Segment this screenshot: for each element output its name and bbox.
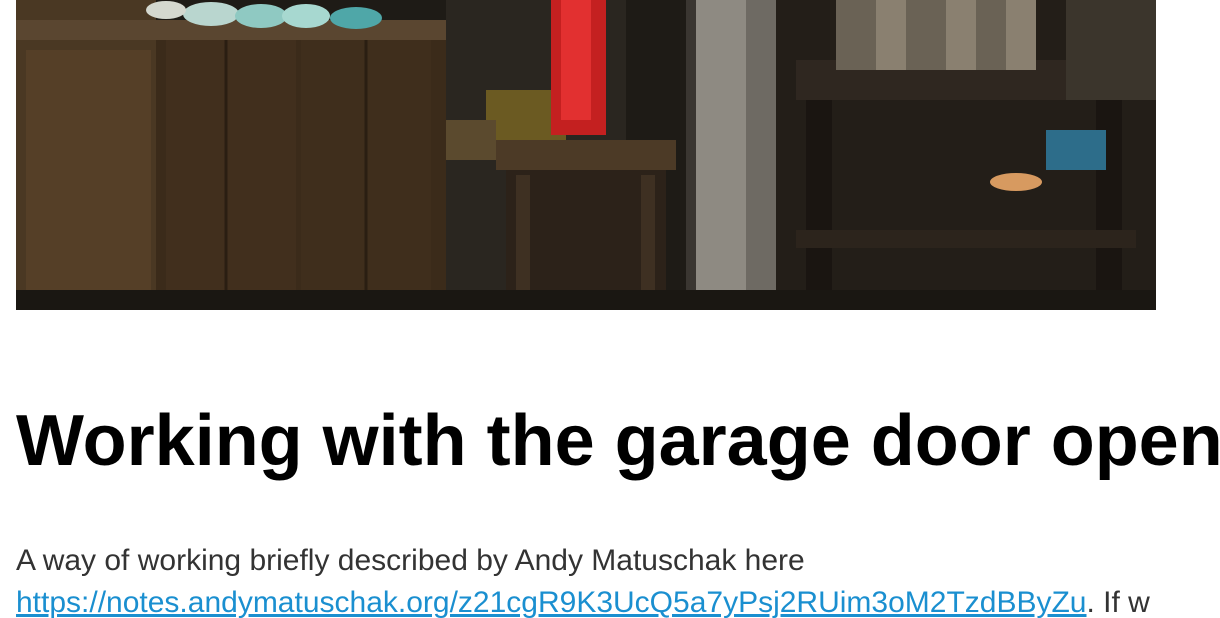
link-line: https://notes.andymatuschak.org/z21cgR9K… bbox=[16, 582, 1220, 618]
article-body: A way of working briefly described by An… bbox=[16, 540, 1220, 618]
after-link-text: . If w bbox=[1086, 586, 1150, 618]
article-title: Working with the garage door open bbox=[16, 401, 1220, 481]
workshop-photo bbox=[16, 0, 1156, 310]
notes-link[interactable]: https://notes.andymatuschak.org/z21cgR9K… bbox=[16, 586, 1087, 618]
intro-text: A way of working briefly described by An… bbox=[16, 544, 805, 577]
intro-line: A way of working briefly described by An… bbox=[16, 540, 1220, 582]
hero-image bbox=[16, 0, 1156, 310]
article-header: Working with the garage door open bbox=[16, 400, 1220, 482]
